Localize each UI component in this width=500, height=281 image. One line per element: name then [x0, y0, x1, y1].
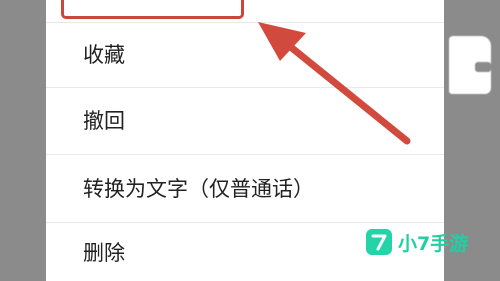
edge-element [449, 36, 491, 94]
watermark-text: 小7手游 [398, 232, 469, 255]
menu-item-recall[interactable]: 撤回 [46, 87, 444, 154]
highlight-box [61, 0, 244, 19]
menu-item-label: 撤回 [83, 109, 125, 133]
watermark: 小7手游 [366, 227, 468, 257]
menu-item-favorite[interactable]: 收藏 [46, 22, 444, 87]
watermark-logo-icon [366, 229, 392, 255]
menu-item-label: 转换为文字（仅普通话） [83, 177, 314, 201]
menu-item-label: 删除 [83, 241, 125, 265]
menu-item-label: 收藏 [83, 43, 125, 67]
menu-item-convert-to-text[interactable]: 转换为文字（仅普通话） [46, 154, 444, 222]
